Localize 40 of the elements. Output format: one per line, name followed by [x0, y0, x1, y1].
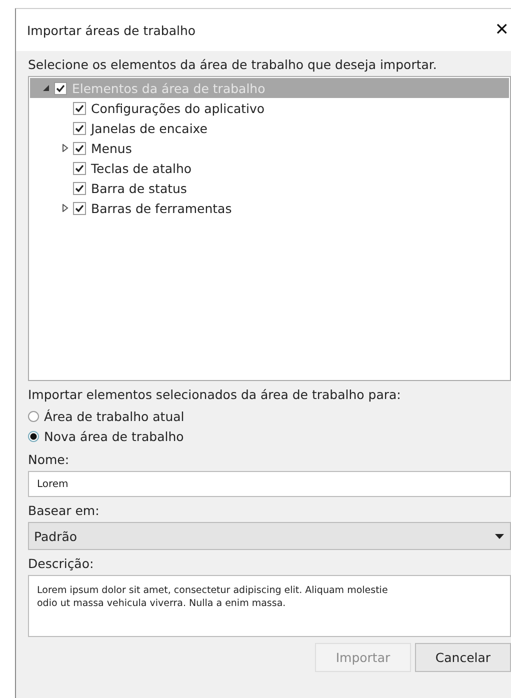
tree-view[interactable]: Elementos da área de trabalho Configurações do aplicativo Janelas de encaixe Menus Teclas de atalho Barra de status Barras de ferramentas [28, 76, 511, 381]
name-field[interactable]: Lorem [28, 471, 511, 497]
item-label: Barra de status [91, 180, 187, 196]
field-label: Descrição: [28, 556, 95, 571]
close-button[interactable]: ✕ [492, 20, 511, 40]
expand-icon[interactable] [61, 204, 69, 212]
radio-label: Área de trabalho atual [44, 408, 184, 424]
checkbox[interactable] [73, 122, 86, 134]
dialog-button[interactable]: Cancelar [415, 643, 511, 672]
description-field[interactable]: Lorem ipsum dolor sit amet, consectetur adipiscing elit. Aliquam molestie odio ut massa vehicula viverra. Nulla a enim massa. [28, 575, 511, 637]
checkbox[interactable] [73, 182, 86, 194]
checkbox[interactable] [73, 142, 86, 154]
item-label: Janelas de encaixe [91, 120, 208, 136]
expand-icon[interactable] [61, 144, 69, 152]
tree-item[interactable]: Menus [29, 138, 510, 158]
item-label: Elementos da área de trabalho [72, 80, 266, 96]
item-label: Configurações do aplicativo [91, 100, 265, 116]
radio-button[interactable] [28, 410, 39, 422]
tree-item[interactable]: Teclas de atalho [29, 158, 510, 178]
checkbox[interactable] [73, 102, 86, 114]
base-dropdown[interactable]: Padrão [28, 522, 511, 550]
radio-label: Nova área de trabalho [44, 428, 184, 444]
collapse-icon[interactable] [42, 84, 50, 92]
tree-item[interactable]: Janelas de encaixe [29, 118, 510, 138]
section-label: Importar elementos selecionados da área de trabalho para: [28, 387, 402, 402]
tree-item[interactable]: Barras de ferramentas [29, 198, 510, 218]
radio-button[interactable] [28, 430, 39, 442]
checkbox[interactable] [73, 162, 86, 174]
tree-item[interactable]: Barra de status [29, 178, 510, 198]
item-label: Barras de ferramentas [91, 200, 232, 216]
dropdown-caret-icon [495, 534, 504, 538]
instruction-text: Selecione os elementos da área de trabalho que deseja importar. [28, 57, 438, 72]
item-label: Teclas de atalho [91, 160, 192, 176]
checkbox[interactable] [54, 82, 67, 94]
tree-item[interactable]: Configurações do aplicativo [29, 98, 510, 118]
window-title: Importar áreas de trabalho [27, 22, 196, 38]
field-label: Nome: [28, 452, 70, 467]
field-label: Basear em: [28, 503, 100, 518]
item-label: Menus [91, 140, 132, 156]
checkbox[interactable] [73, 202, 86, 214]
